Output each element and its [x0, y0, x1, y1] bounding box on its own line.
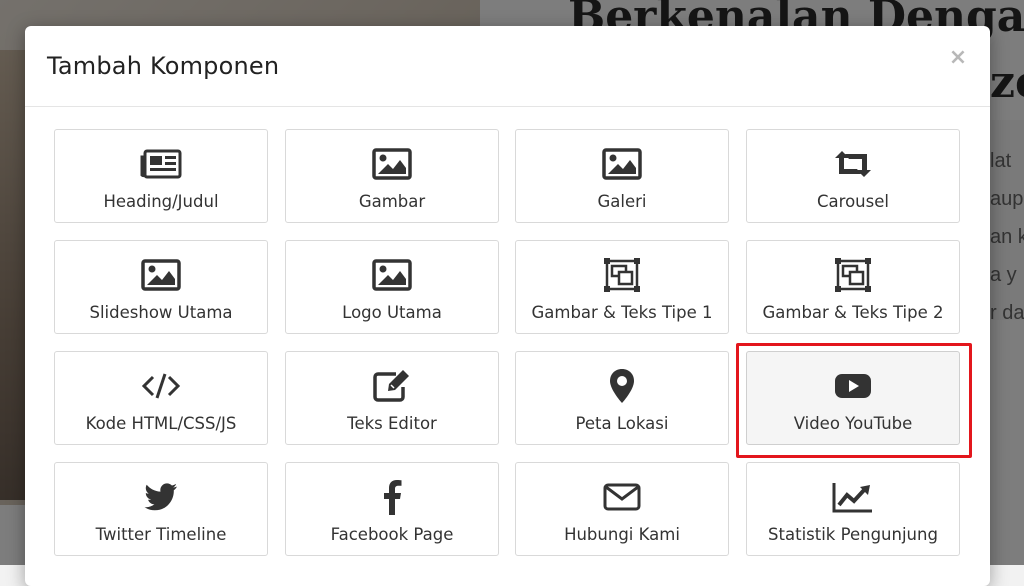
component-label: Galeri	[597, 192, 647, 211]
component-tile-slideshow-utama[interactable]: Slideshow Utama	[54, 240, 268, 334]
component-label: Video YouTube	[793, 414, 913, 433]
component-tile-carousel[interactable]: Carousel	[746, 129, 960, 223]
component-label: Peta Lokasi	[575, 414, 669, 433]
component-label: Carousel	[817, 192, 889, 211]
component-label: Kode HTML/CSS/JS	[85, 414, 237, 433]
component-tile-statistik-pengunjung[interactable]: Statistik Pengunjung	[746, 462, 960, 556]
component-tile-video-youtube[interactable]: Video YouTube	[746, 351, 960, 445]
component-tile-gambar-teks-tipe-2[interactable]: Gambar & Teks Tipe 2	[746, 240, 960, 334]
component-tile-hubungi-kami[interactable]: Hubungi Kami	[515, 462, 729, 556]
component-label: Gambar	[358, 192, 426, 211]
modal-title: Tambah Komponen	[47, 52, 280, 80]
component-tile-gambar[interactable]: Gambar	[285, 129, 499, 223]
component-label: Teks Editor	[347, 414, 437, 433]
retweet-icon	[831, 146, 875, 182]
image-icon	[600, 146, 644, 182]
component-label: Heading/Judul	[103, 192, 219, 211]
component-label: Gambar & Teks Tipe 1	[531, 303, 713, 322]
facebook-icon	[370, 479, 414, 515]
component-label: Statistik Pengunjung	[768, 525, 938, 544]
component-tile-heading-judul[interactable]: Heading/Judul	[54, 129, 268, 223]
component-label: Twitter Timeline	[95, 525, 227, 544]
image-icon	[370, 146, 414, 182]
component-tile-kode-html-css-js[interactable]: Kode HTML/CSS/JS	[54, 351, 268, 445]
map-marker-icon	[600, 368, 644, 404]
component-label: Facebook Page	[330, 525, 454, 544]
component-label: Gambar & Teks Tipe 2	[762, 303, 944, 322]
object-group-icon	[600, 257, 644, 293]
component-label: Slideshow Utama	[89, 303, 233, 322]
component-label: Logo Utama	[342, 303, 442, 322]
component-tile-facebook-page[interactable]: Facebook Page	[285, 462, 499, 556]
component-tile-gambar-teks-tipe-1[interactable]: Gambar & Teks Tipe 1	[515, 240, 729, 334]
component-tile-logo-utama[interactable]: Logo Utama	[285, 240, 499, 334]
component-tile-twitter-timeline[interactable]: Twitter Timeline	[54, 462, 268, 556]
component-label: Hubungi Kami	[564, 525, 680, 544]
component-tile-teks-editor[interactable]: Teks Editor	[285, 351, 499, 445]
edit-icon	[370, 368, 414, 404]
newspaper-icon	[139, 146, 183, 182]
component-tile-galeri[interactable]: Galeri	[515, 129, 729, 223]
object-group-icon	[831, 257, 875, 293]
close-button[interactable]: ×	[948, 46, 968, 70]
component-tile-peta-lokasi[interactable]: Peta Lokasi	[515, 351, 729, 445]
code-icon	[139, 368, 183, 404]
image-icon	[139, 257, 183, 293]
image-icon	[370, 257, 414, 293]
youtube-icon	[831, 368, 875, 404]
twitter-icon	[139, 479, 183, 515]
envelope-icon	[600, 479, 644, 515]
line-chart-icon	[831, 479, 875, 515]
modal-header: Tambah Komponen ×	[25, 26, 990, 107]
